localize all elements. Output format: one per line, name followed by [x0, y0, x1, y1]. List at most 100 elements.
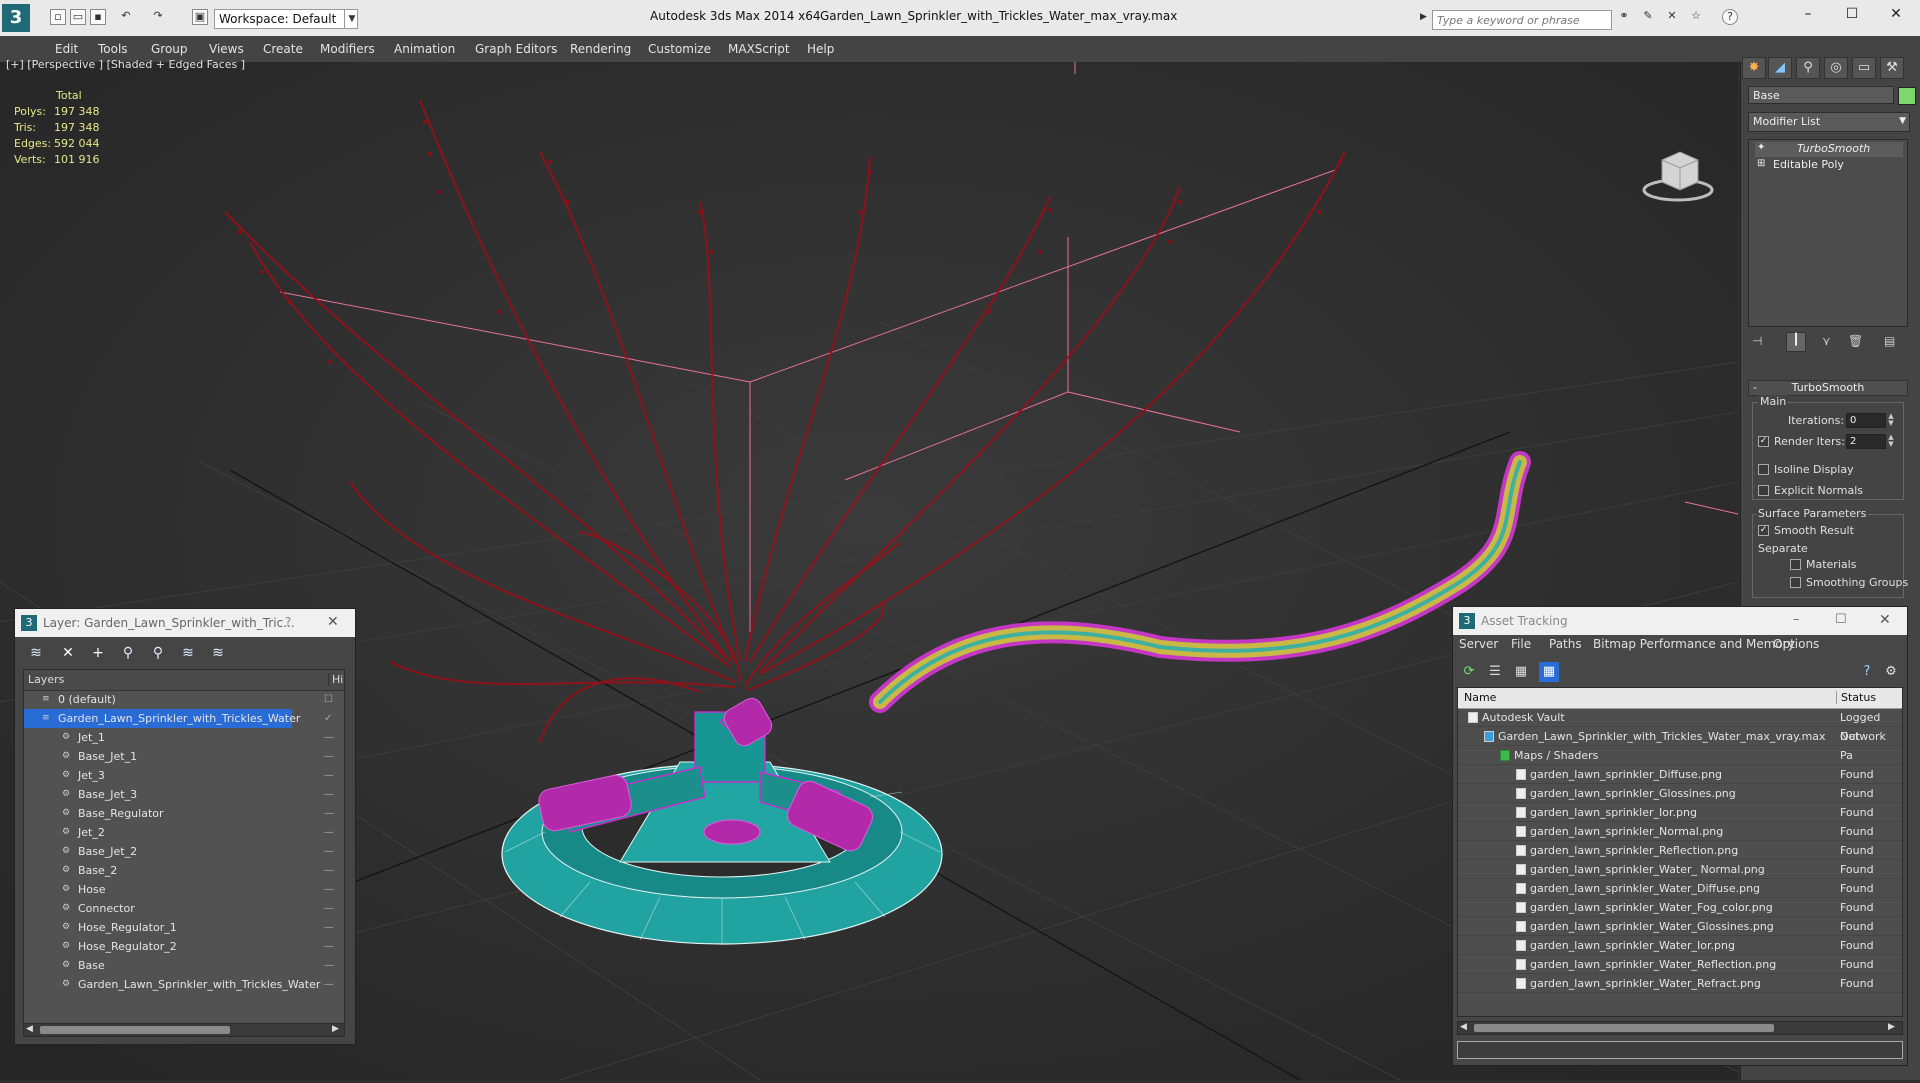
display-tab-icon[interactable]: ▭	[1852, 57, 1876, 79]
layer-row[interactable]: ⚙ Base_Jet_3 —	[24, 785, 344, 804]
search-expand-icon[interactable]: ▶	[1420, 12, 1430, 28]
modifier-stack[interactable]: ✦ TurboSmooth ⊞ Editable Poly	[1748, 139, 1908, 327]
layer-row[interactable]: ⚙ Jet_1 —	[24, 728, 344, 747]
layer-row[interactable]: ⚙ Base —	[24, 956, 344, 975]
menu-options[interactable]: Options	[1773, 637, 1819, 651]
menu-file[interactable]: File	[1511, 637, 1531, 651]
search-input[interactable]: Type a keyword or phrase	[1432, 10, 1612, 30]
layer-row[interactable]: ⚙ Jet_3 —	[24, 766, 344, 785]
hide-toggle[interactable]: —	[324, 899, 334, 918]
hide-toggle[interactable]: —	[324, 937, 334, 956]
minimize-button[interactable]: –	[1796, 6, 1820, 26]
asset-row[interactable]: garden_lawn_sprinkler_Water_Reflection.p…	[1458, 955, 1902, 974]
menu-help[interactable]: Help	[807, 42, 834, 56]
expand-plus-icon[interactable]: ⊞	[1757, 158, 1765, 169]
open-file-icon[interactable]: ▭	[70, 9, 86, 25]
freeze-all-icon[interactable]: ≋	[209, 644, 227, 662]
maximize-icon[interactable]: ☐	[1835, 612, 1847, 627]
asset-row[interactable]: garden_lawn_sprinkler_Water_Refract.png F…	[1458, 974, 1902, 993]
close-icon[interactable]: ✕	[327, 614, 339, 630]
hierarchy-tab-icon[interactable]: ⚲	[1796, 57, 1820, 79]
scroll-left-icon[interactable]: ◀	[1460, 1022, 1467, 1032]
menu-create[interactable]: Create	[263, 42, 303, 56]
asset-row[interactable]: garden_lawn_sprinkler_Water_Fog_color.pn…	[1458, 898, 1902, 917]
redo-icon[interactable]: ↷	[150, 9, 166, 25]
layer-row[interactable]: ≡ Garden_Lawn_Sprinkler_with_Trickles_Wat…	[24, 709, 332, 728]
iterations-spinner[interactable]: 0	[1846, 413, 1886, 428]
layer-row[interactable]: ⚙ Connector —	[24, 899, 344, 918]
asset-row[interactable]: garden_lawn_sprinkler_Water_Diffuse.png F…	[1458, 879, 1902, 898]
exchange-icon[interactable]: ✕	[1664, 9, 1680, 25]
asset-dialog-titlebar[interactable]: 3 Asset Tracking – ☐ ✕	[1453, 607, 1907, 635]
isoline-display-checkbox[interactable]	[1758, 464, 1769, 475]
menu-bitmap-performance[interactable]: Bitmap Performance and Memory	[1593, 637, 1795, 651]
layer-dialog-titlebar[interactable]: 3 Layer: Garden_Lawn_Sprinkler_with_Tric…	[15, 609, 355, 637]
settings-icon[interactable]: ⚙	[1881, 662, 1901, 682]
create-layer-icon[interactable]: ≋	[27, 644, 45, 662]
layers-column-header[interactable]: Layers Hid	[24, 670, 344, 691]
app-logo-icon[interactable]: 3	[2, 4, 30, 32]
layer-row[interactable]: ⚙ Hose —	[24, 880, 344, 899]
render-iters-checkbox[interactable]: ✓	[1758, 436, 1769, 447]
hide-all-icon[interactable]: ≋	[179, 644, 197, 662]
layer-row[interactable]: ⚙ Hose_Regulator_2 —	[24, 937, 344, 956]
stack-item-turbosmooth[interactable]: ✦ TurboSmooth	[1755, 142, 1903, 157]
menu-edit[interactable]: Edit	[55, 42, 78, 56]
layer-row[interactable]: ⚙ Base_2 —	[24, 861, 344, 880]
layer-hscrollbar[interactable]: ◀ ▶	[23, 1023, 345, 1037]
pin-stack-icon[interactable]: ⊣	[1752, 334, 1762, 348]
asset-row[interactable]: garden_lawn_sprinkler_Water_ Normal.png F…	[1458, 860, 1902, 879]
select-objects-icon[interactable]: ⚲	[119, 644, 137, 662]
list-view-icon[interactable]: ☰	[1485, 662, 1505, 682]
add-to-layer-icon[interactable]: +	[89, 644, 107, 662]
hide-toggle[interactable]: —	[324, 975, 334, 994]
layer-row[interactable]: ⚙ Hose_Regulator_1 —	[24, 918, 344, 937]
help-icon[interactable]: ?	[1857, 662, 1877, 682]
remove-modifier-icon[interactable]: 🗑	[1848, 334, 1863, 348]
menu-modifiers[interactable]: Modifiers	[320, 42, 375, 56]
asset-row[interactable]: garden_lawn_sprinkler_Ior.png Found	[1458, 803, 1902, 822]
asset-row[interactable]: garden_lawn_sprinkler_Glossines.png Found	[1458, 784, 1902, 803]
hide-toggle[interactable]: —	[324, 823, 334, 842]
refresh-icon[interactable]: ⟳	[1459, 662, 1479, 682]
asset-row[interactable]: garden_lawn_sprinkler_Diffuse.png Found	[1458, 765, 1902, 784]
make-unique-icon[interactable]: ⋎	[1822, 334, 1831, 348]
hide-toggle[interactable]: —	[324, 785, 334, 804]
hide-toggle[interactable]: —	[324, 861, 334, 880]
object-color-swatch[interactable]	[1898, 87, 1916, 105]
asset-row[interactable]: Maps / Shaders	[1458, 746, 1902, 765]
table-view-icon[interactable]: ▦	[1539, 662, 1559, 682]
asset-row[interactable]: garden_lawn_sprinkler_Water_Glossines.pn…	[1458, 917, 1902, 936]
highlight-layer-icon[interactable]: ⚲	[149, 644, 167, 662]
menu-customize[interactable]: Customize	[648, 42, 711, 56]
hide-toggle[interactable]: —	[324, 747, 334, 766]
menu-server[interactable]: Server	[1459, 637, 1498, 651]
layer-row[interactable]: ⚙ Base_Jet_1 —	[24, 747, 344, 766]
undo-icon[interactable]: ↶	[118, 9, 134, 25]
show-end-result-icon[interactable]: ┃	[1786, 332, 1806, 352]
hide-toggle[interactable]: —	[324, 842, 334, 861]
workspace-dropdown[interactable]: Workspace: Default	[214, 9, 358, 29]
maximize-button[interactable]: ☐	[1840, 6, 1864, 26]
hide-toggle[interactable]: —	[324, 956, 334, 975]
turbosmooth-rollout-title[interactable]: - TurboSmooth	[1748, 380, 1908, 396]
menu-group[interactable]: Group	[151, 42, 188, 56]
modifier-list-dropdown[interactable]: Modifier List ▼	[1748, 112, 1910, 132]
asset-path-field[interactable]	[1457, 1041, 1903, 1059]
hide-toggle[interactable]: ☐	[324, 690, 333, 709]
modify-tab-icon[interactable]: ◢	[1768, 57, 1792, 79]
menu-views[interactable]: Views	[209, 42, 244, 56]
scroll-left-icon[interactable]: ◀	[26, 1024, 33, 1034]
scroll-thumb[interactable]	[1474, 1024, 1774, 1032]
layer-row[interactable]: ⚙ Base_Regulator —	[24, 804, 344, 823]
scroll-right-icon[interactable]: ▶	[1888, 1022, 1895, 1032]
configure-sets-icon[interactable]: ▤	[1884, 334, 1895, 348]
scroll-thumb[interactable]	[40, 1026, 230, 1034]
menu-graph-editors[interactable]: Graph Editors	[475, 42, 557, 56]
menu-tools[interactable]: Tools	[98, 42, 128, 56]
asset-row[interactable]: Garden_Lawn_Sprinkler_with_Trickles_Wate…	[1458, 727, 1902, 762]
asset-table[interactable]: Name Status Autodesk Vault Logged Out Gard…	[1457, 687, 1903, 1017]
asset-row[interactable]: garden_lawn_sprinkler_Normal.png Found	[1458, 822, 1902, 841]
communication-icon[interactable]: ✎	[1640, 9, 1656, 25]
layer-row[interactable]: ⚙ Jet_2 —	[24, 823, 344, 842]
